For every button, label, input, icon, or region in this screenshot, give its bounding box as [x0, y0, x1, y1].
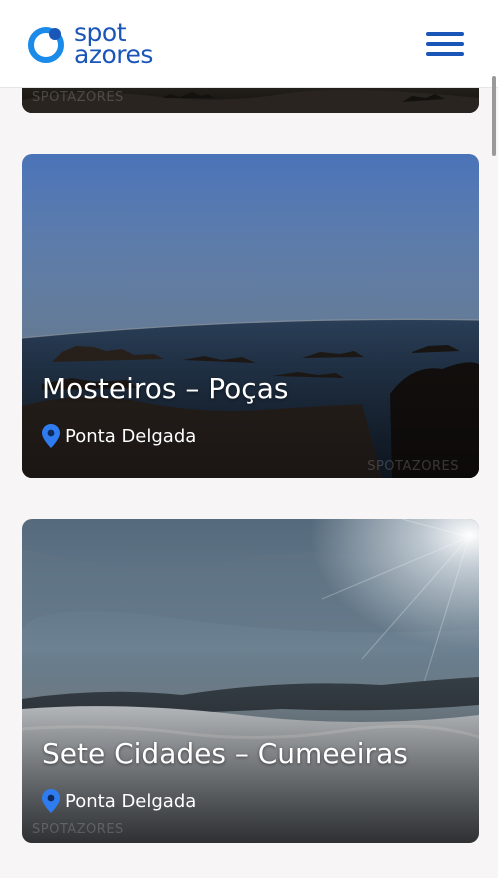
site-header: spot azores [0, 0, 498, 88]
page: spot azores SPOTAZORES Mosteiros – Poças… [0, 0, 498, 878]
menu-bar [426, 52, 464, 56]
location-label: Ponta Delgada [65, 790, 197, 812]
hamburger-menu-icon[interactable] [426, 30, 464, 58]
webcam-card[interactable]: Sete Cidades – Cumeeiras Ponta Delgada S… [22, 519, 479, 843]
webcam-title: Sete Cidades – Cumeeiras [42, 737, 408, 770]
menu-bar [426, 32, 464, 36]
scrollbar-thumb[interactable] [492, 76, 496, 156]
webcam-card[interactable]: Mosteiros – Poças Ponta Delgada SPOTAZOR… [22, 154, 479, 478]
logo-line-2: azores [74, 40, 153, 69]
location-pin-icon [42, 789, 60, 813]
watermark: SPOTAZORES [32, 822, 124, 837]
webcam-location: Ponta Delgada [42, 789, 196, 813]
logo-mark-icon [28, 27, 64, 63]
watermark: SPOTAZORES [32, 90, 124, 105]
logo-wordmark: spot azores [74, 20, 153, 69]
menu-bar [426, 42, 464, 46]
watermark: SPOTAZORES [367, 459, 459, 474]
location-pin-icon [42, 424, 60, 448]
webcam-location: Ponta Delgada [42, 424, 196, 448]
webcam-title: Mosteiros – Poças [42, 372, 289, 405]
spotazores-logo[interactable]: spot azores [26, 20, 153, 68]
location-label: Ponta Delgada [65, 425, 197, 447]
